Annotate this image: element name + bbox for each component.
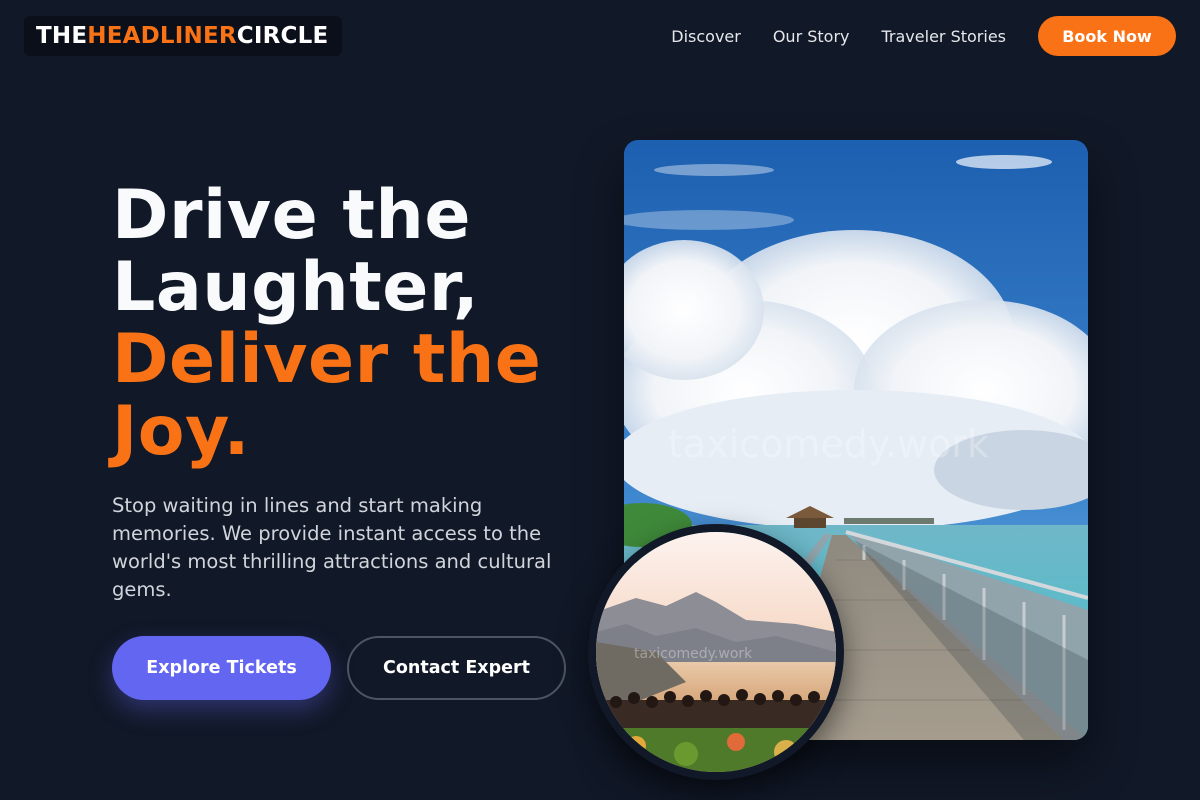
nav-link-traveler-stories[interactable]: Traveler Stories <box>882 27 1007 46</box>
main-nav: Discover Our Story Traveler Stories Book… <box>671 16 1176 56</box>
landing-page: THE HEADLINER CIRCLE Discover Our Story … <box>0 0 1200 800</box>
main-image-watermark: taxicomedy.work <box>668 422 989 466</box>
headline-line-2: Laughter, <box>112 248 480 327</box>
brand-logo[interactable]: THE HEADLINER CIRCLE <box>24 16 342 56</box>
crowd-mountain-sunset-photo: taxicomedy.work <box>588 524 844 780</box>
headline-line-3: Deliver the <box>112 320 542 399</box>
hero-headline: Drive the Laughter, Deliver the Joy. <box>112 180 592 468</box>
contact-expert-button[interactable]: Contact Expert <box>347 636 566 700</box>
logo-text-part2: HEADLINER <box>87 23 237 49</box>
nav-link-our-story[interactable]: Our Story <box>773 27 850 46</box>
book-now-button[interactable]: Book Now <box>1038 16 1176 56</box>
headline-line-1: Drive the <box>112 176 471 255</box>
circle-image-watermark: taxicomedy.work <box>634 646 753 662</box>
headline-line-4: Joy. <box>112 392 250 471</box>
logo-text-part1: THE <box>36 23 88 49</box>
logo-text-part3: CIRCLE <box>236 23 329 49</box>
hero-subtext: Stop waiting in lines and start making m… <box>112 494 552 601</box>
nav-link-discover[interactable]: Discover <box>671 27 741 46</box>
explore-tickets-button[interactable]: Explore Tickets <box>112 636 331 700</box>
